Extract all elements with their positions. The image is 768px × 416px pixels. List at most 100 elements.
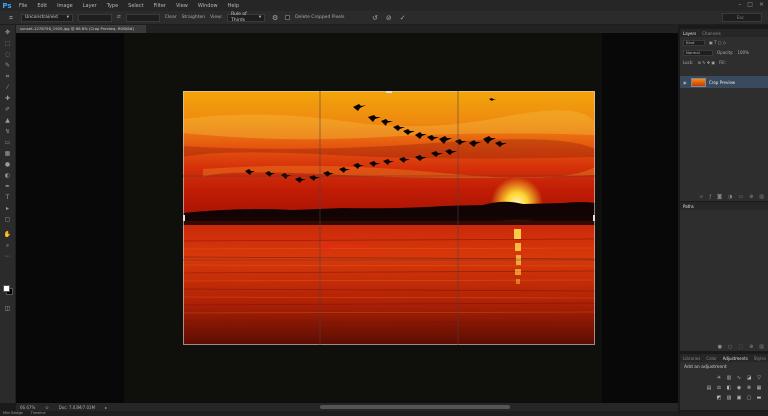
search-input[interactable]: Esc [722,13,762,22]
tab-paths[interactable]: Paths [683,204,694,209]
ratio-select[interactable]: Unconstrained ▾ [21,13,73,22]
brightness-icon[interactable]: ☀ [716,375,722,381]
link-icon[interactable]: ∞ [699,194,703,200]
posterize-icon[interactable]: ▨ [726,395,732,401]
minimize-icon[interactable]: – [738,1,741,8]
menu-layer[interactable]: Layer [78,3,102,9]
more-tools-icon[interactable]: ⋯ [3,253,12,260]
crop-tool-icon[interactable]: ⌗ [3,73,12,80]
quick-select-tool-icon[interactable]: ✎ [3,62,12,69]
color-balance-icon[interactable]: ⚖ [716,385,722,391]
history-brush-tool-icon[interactable]: ↯ [3,128,12,135]
overlay-select[interactable]: Rule of Thirds ▾ [227,12,266,23]
shape-tool-icon[interactable]: ▢ [3,216,12,223]
document-tab[interactable]: sunset-1278756_1920.jpg @ 66.8% (Crop Pr… [16,25,146,33]
clear-button[interactable]: Clear [165,15,177,20]
pen-tool-icon[interactable]: ✒ [3,183,12,190]
menu-select[interactable]: Select [123,3,148,9]
invert-icon[interactable]: ◩ [716,395,722,401]
levels-icon[interactable]: ▥ [726,375,732,381]
trash-icon[interactable]: ▥ [759,344,764,350]
folder-icon[interactable]: ▭ [738,194,743,200]
trash-icon[interactable]: ▥ [759,194,764,200]
menu-help[interactable]: Help [223,3,244,9]
lasso-tool-icon[interactable]: ◌ [3,51,12,58]
straighten-button[interactable]: Straighten [182,15,206,20]
mini-bridge-tab[interactable]: Mini Bridge [3,411,23,416]
swap-icon[interactable]: ⇄ [117,15,121,20]
adjustment-icon[interactable]: ◑ [728,194,732,200]
app-logo[interactable]: Ps [0,0,14,11]
photo-filter-icon[interactable]: ◉ [736,385,742,391]
menu-filter[interactable]: Filter [149,3,171,9]
new-path-icon[interactable]: ⊕ [749,344,753,350]
gradient-tool-icon[interactable]: ▦ [3,150,12,157]
type-tool-icon[interactable]: T [3,194,12,201]
tab-color[interactable]: Color [706,356,716,361]
menu-edit[interactable]: Edit [32,3,52,9]
menu-view[interactable]: View [171,3,193,9]
commit-check-icon[interactable]: ✓ [400,14,406,22]
gear-icon[interactable]: ⚙ [270,13,280,23]
menu-window[interactable]: Window [193,3,223,9]
tab-adjustments[interactable]: Adjustments [723,356,748,361]
hue-icon[interactable]: ▤ [706,385,712,391]
tab-styles[interactable]: Styles [754,356,766,361]
path-select-tool-icon[interactable]: ▸ [3,205,12,212]
mask-icon[interactable]: ◙ [717,194,722,200]
gradient-map-icon[interactable]: ▬ [756,395,762,401]
quick-mask-icon[interactable]: ◫ [3,305,12,312]
fill-path-icon[interactable]: ● [718,344,722,350]
black-white-icon[interactable]: ◧ [726,385,732,391]
layer-crop-preview[interactable]: ◉ Crop Preview [680,76,768,88]
color-lookup-icon[interactable]: ▦ [756,385,762,391]
healing-brush-tool-icon[interactable]: ✚ [3,95,12,102]
eye-icon[interactable]: ◉ [683,80,688,85]
load-selection-icon[interactable]: ⬚ [738,344,743,350]
reset-icon[interactable]: ↺ [372,14,378,22]
blur-tool-icon[interactable]: ● [3,161,12,168]
filter-icons[interactable]: ▣ T ▢ ◇ [709,40,726,45]
dodge-tool-icon[interactable]: ◐ [3,172,12,179]
channel-mixer-icon[interactable]: ⊗ [746,385,752,391]
threshold-icon[interactable]: ▣ [736,395,742,401]
brush-tool-icon[interactable]: ✐ [3,106,12,113]
menu-file[interactable]: File [14,3,32,9]
blend-mode-select[interactable]: Normal [683,49,713,56]
exposure-icon[interactable]: ◪ [746,375,752,381]
zoom-tool-icon[interactable]: ⌕ [3,242,12,249]
menu-image[interactable]: Image [52,3,78,9]
opacity-value[interactable]: 100% [737,50,748,55]
horizontal-scrollbar[interactable] [320,405,510,409]
info-icon[interactable]: ⊙ [45,405,48,410]
height-field[interactable] [125,13,160,22]
delete-cropped-checkbox[interactable] [285,15,291,20]
menu-type[interactable]: Type [102,3,123,9]
vibrance-icon[interactable]: ▽ [756,375,762,381]
selective-color-icon[interactable]: ▢ [746,395,752,401]
sunset-photo[interactable] [183,91,595,345]
hand-tool-icon[interactable]: ✋ [3,231,12,238]
zoom-level[interactable]: 66.67% [20,405,35,410]
marquee-tool-icon[interactable]: ⬚ [3,40,12,47]
stamp-tool-icon[interactable]: ▲ [3,117,12,124]
eyedropper-tool-icon[interactable]: ⁄ [3,84,12,91]
move-tool-icon[interactable]: ✥ [3,29,12,36]
tab-libraries[interactable]: Libraries [683,356,700,361]
tab-layers[interactable]: Layers [683,31,696,36]
canvas-area[interactable] [16,33,678,403]
kind-filter-select[interactable]: Kind [683,39,705,46]
width-field[interactable] [78,13,112,22]
stroke-path-icon[interactable]: ○ [728,344,732,350]
crop-tool-icon[interactable]: ⌗ [6,13,16,23]
tab-channels[interactable]: Channels [702,31,721,36]
cancel-icon[interactable]: ⊘ [386,14,392,22]
eraser-tool-icon[interactable]: ▭ [3,139,12,146]
timeline-tab[interactable]: Timeline [31,411,46,416]
curves-icon[interactable]: ∿ [736,375,742,381]
maximize-icon[interactable]: □ [747,1,753,8]
lock-icons[interactable]: ⊞ ✎ ✥ ▣ [697,60,715,65]
fx-icon[interactable]: ƒ [709,194,711,200]
foreground-color-swatch[interactable] [3,285,10,292]
close-icon[interactable]: × [759,1,764,8]
